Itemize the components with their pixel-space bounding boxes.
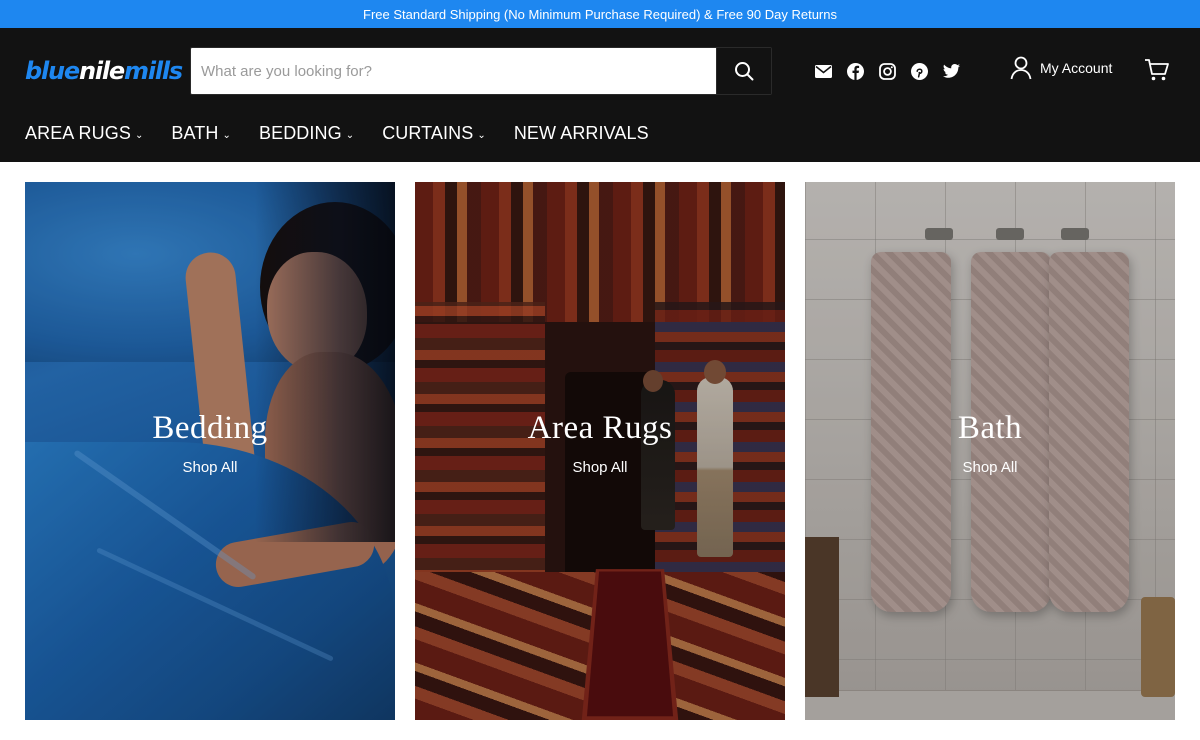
search-icon (735, 62, 754, 81)
category-tile-bedding[interactable]: Bedding Shop All (25, 182, 395, 720)
logo-part-mills: mills (124, 57, 183, 85)
category-tile-area-rugs[interactable]: Area Rugs Shop All (415, 182, 785, 720)
cart-icon (1145, 59, 1169, 81)
search-button[interactable] (716, 48, 771, 94)
facebook-icon[interactable] (846, 58, 864, 84)
main-nav: AREA RUGS ⌄ BATH ⌄ BEDDING ⌄ CURTAINS ⌄ … (25, 123, 649, 144)
email-icon[interactable] (814, 58, 832, 84)
tile-title: Bath (957, 410, 1023, 446)
cart-button[interactable] (1144, 58, 1170, 87)
twitter-icon[interactable] (942, 58, 960, 84)
tile-title: Area Rugs (527, 410, 673, 446)
nav-label: CURTAINS (382, 123, 474, 143)
promo-text: Free Standard Shipping (No Minimum Purch… (363, 6, 837, 22)
chevron-down-icon: ⌄ (345, 130, 355, 141)
chevron-down-icon: ⌄ (222, 130, 231, 141)
nav-bedding[interactable]: BEDDING ⌄ (259, 123, 354, 144)
social-links (814, 58, 960, 84)
shop-all-link[interactable]: Shop All (415, 459, 785, 476)
chevron-down-icon: ⌄ (477, 130, 486, 141)
header-top: bluenilemills What are you looking for? … (0, 28, 1200, 114)
nav-area-rugs[interactable]: AREA RUGS ⌄ (25, 123, 143, 144)
shop-all-link[interactable]: Shop All (805, 459, 1175, 476)
search-bar (190, 47, 772, 95)
category-tile-bath[interactable]: Bath Shop All (805, 182, 1175, 720)
instagram-icon[interactable] (878, 58, 896, 84)
site-header: bluenilemills What are you looking for? … (0, 28, 1200, 162)
account-link[interactable]: My Account (1010, 56, 1112, 80)
nav-label: AREA RUGS (25, 123, 131, 143)
category-tiles: Bedding Shop All Area Rugs Shop All Bath… (25, 182, 1175, 720)
nav-label: NEW ARRIVALS (513, 123, 649, 143)
account-label: My Account (1040, 60, 1113, 76)
pinterest-icon[interactable] (910, 58, 928, 84)
nav-bath[interactable]: BATH ⌄ (171, 123, 231, 144)
shop-all-link[interactable]: Shop All (25, 459, 395, 476)
nav-new-arrivals[interactable]: NEW ARRIVALS (514, 123, 649, 144)
logo-part-blue: blue (25, 57, 80, 85)
nav-curtains[interactable]: CURTAINS ⌄ (382, 123, 486, 144)
user-icon (1010, 56, 1032, 80)
nav-label: BATH (171, 123, 219, 143)
search-input[interactable] (191, 48, 716, 94)
brand-logo[interactable]: bluenilemills (25, 56, 183, 86)
chevron-down-icon: ⌄ (134, 130, 144, 141)
promo-bar: Free Standard Shipping (No Minimum Purch… (0, 0, 1200, 28)
nav-label: BEDDING (258, 123, 342, 143)
tile-title: Bedding (152, 410, 268, 446)
logo-part-nile: nile (78, 57, 125, 85)
